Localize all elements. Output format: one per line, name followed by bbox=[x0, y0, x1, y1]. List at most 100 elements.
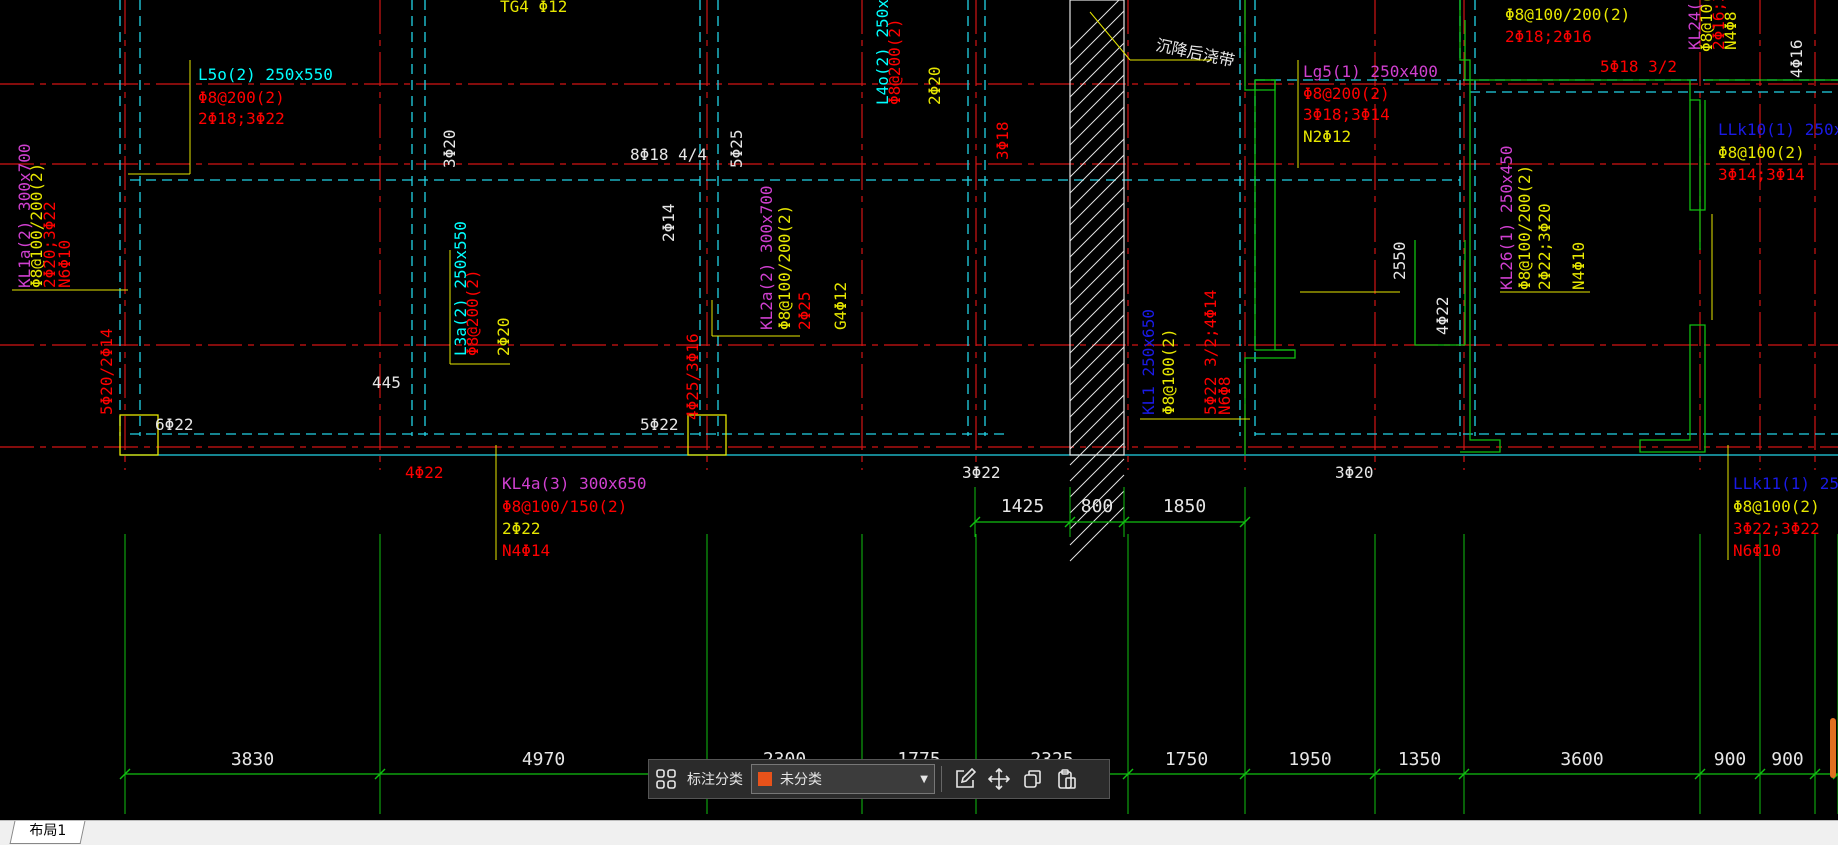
bottom-dimension-label: 1750 bbox=[1165, 749, 1208, 770]
layout-tabbar: 布局1 bbox=[0, 820, 1838, 845]
hatch-line bbox=[1069, 122, 1125, 178]
hatch-line bbox=[1069, 218, 1125, 274]
annotation-text: 5Φ22 bbox=[640, 415, 679, 434]
annotation-text: 2Φ25 bbox=[795, 291, 814, 330]
wall-outline bbox=[1689, 100, 1706, 211]
chevron-down-icon: ▼ bbox=[920, 773, 928, 785]
cad-drawing[interactable]: 3830497023001775232517501950135036009009… bbox=[0, 0, 1838, 820]
wall-outline bbox=[1639, 324, 1706, 453]
hatch-line bbox=[1069, 234, 1125, 290]
annotation-text: 2550 bbox=[1390, 241, 1409, 280]
hatch-line bbox=[1069, 202, 1125, 258]
hatch-line bbox=[1069, 282, 1125, 338]
mid-dimension-label: 800 bbox=[1081, 496, 1114, 517]
annotation-text: 2Φ18;2Φ16 bbox=[1505, 27, 1592, 46]
copy-icon[interactable] bbox=[1016, 762, 1050, 796]
bottom-dimension-label: 900 bbox=[1714, 749, 1747, 770]
tab-layout1[interactable]: 布局1 bbox=[9, 821, 86, 844]
annotation-text: N4Φ14 bbox=[502, 541, 550, 560]
hatch-line bbox=[1069, 0, 1120, 50]
category-value: 未分类 bbox=[780, 772, 822, 788]
annotation-text: 沉降后浇带 bbox=[1154, 35, 1236, 70]
annotation-text: KL4a(3) 300x650 bbox=[502, 474, 647, 493]
annotation-text: Φ8@200(2) bbox=[198, 88, 285, 107]
hatch-line bbox=[1069, 58, 1125, 114]
vertical-scroll-handle[interactable] bbox=[1830, 718, 1836, 778]
annotation-text: 2Φ18;3Φ22 bbox=[198, 109, 285, 128]
toolbar-divider bbox=[941, 766, 942, 792]
hatch-line bbox=[1069, 74, 1125, 130]
annotation-text: G4Φ12 bbox=[831, 282, 850, 330]
annotation-text: Φ8@100/200(2) bbox=[1515, 165, 1534, 290]
drawing-viewport[interactable]: 3830497023001775232517501950135036009009… bbox=[0, 0, 1838, 820]
annotation-text: Lg5(1) 250x400 bbox=[1303, 62, 1438, 81]
hatch-line bbox=[1069, 442, 1125, 498]
annotation-text: Φ8@100(2) bbox=[1159, 328, 1178, 415]
hatch-line bbox=[1069, 90, 1125, 146]
annotation-text: KL2a(2) 300x700 bbox=[757, 186, 776, 331]
wall-outline bbox=[1244, 0, 1296, 455]
annotation-text: 3Φ20 bbox=[440, 129, 459, 168]
annotation-text: Φ8@100(2) bbox=[1733, 497, 1820, 516]
annotation-text: Φ8@100/200(2) bbox=[775, 205, 794, 330]
mid-dimension-label: 1425 bbox=[1001, 496, 1044, 517]
annotation-text: KL1 250x650 bbox=[1139, 309, 1158, 415]
annotation-toolbar: 标注分类 未分类 ▼ bbox=[648, 759, 1110, 799]
hatch-line bbox=[1069, 410, 1125, 466]
hatch-line bbox=[1069, 170, 1125, 226]
annotation-text: KL26(1) 250x450 bbox=[1497, 146, 1516, 291]
hatch-line bbox=[1069, 426, 1125, 482]
annotation-text: Φ8@100/200(2) bbox=[1505, 5, 1630, 24]
annotation-text: 3Φ22;3Φ22 bbox=[1733, 519, 1820, 538]
annotation-text: N6Φ10 bbox=[1733, 541, 1781, 560]
annotation-text: N6Φ10 bbox=[55, 240, 74, 288]
annotation-text: 2Φ20 bbox=[494, 317, 513, 356]
annotation-text: TG4 Φ12 bbox=[500, 0, 567, 16]
annotation-text: 4Φ16 bbox=[1787, 39, 1806, 78]
annotation-text: Φ8@200(2) bbox=[463, 269, 482, 356]
hatch-line bbox=[1069, 330, 1125, 386]
category-color-swatch bbox=[758, 772, 772, 786]
category-dropdown[interactable]: 未分类 ▼ bbox=[751, 764, 935, 794]
annotation-text: 3Φ20 bbox=[1335, 463, 1374, 482]
bottom-dimension-label: 3830 bbox=[231, 749, 274, 770]
annotation-text: Φ8@200(2) bbox=[1303, 84, 1390, 103]
annotation-text: 5Φ25 bbox=[727, 129, 746, 168]
annotation-text: L5o(2) 250x550 bbox=[198, 65, 333, 84]
annotation-text: 5Φ18 3/2 bbox=[1600, 57, 1677, 76]
hatch-line bbox=[1069, 362, 1125, 418]
annotation-text: Φ8@100/150(2) bbox=[502, 497, 627, 516]
annotation-text: N4Φ8 bbox=[1721, 11, 1740, 50]
annotation-text: 3Φ22 bbox=[962, 463, 1001, 482]
annotation-text: 2Φ22;3Φ20 bbox=[1535, 203, 1554, 290]
hatch-line bbox=[1069, 10, 1125, 66]
grid-icon[interactable] bbox=[649, 762, 683, 796]
annotation-text: 2Φ20 bbox=[925, 66, 944, 105]
hatch-line bbox=[1069, 186, 1125, 242]
annotation-text: 3Φ18;3Φ14 bbox=[1303, 105, 1390, 124]
category-label: 标注分类 bbox=[687, 772, 743, 788]
mid-dimension-label: 1850 bbox=[1163, 496, 1206, 517]
bottom-dimension-label: 900 bbox=[1771, 749, 1804, 770]
hatch-line bbox=[1069, 106, 1125, 162]
annotation-text: 6Φ22 bbox=[155, 415, 194, 434]
annotation-text: 5Φ20/2Φ14 bbox=[97, 328, 116, 415]
annotation-text: 445 bbox=[372, 373, 401, 392]
hatch-line bbox=[1069, 138, 1125, 194]
annotation-text: 2Φ14 bbox=[659, 203, 678, 242]
annotation-text: 4Φ22 bbox=[1433, 296, 1452, 335]
hatch-line bbox=[1069, 346, 1125, 402]
annotation-text: 4Φ25/3Φ16 bbox=[683, 333, 702, 420]
annotation-text: 4Φ22 bbox=[405, 463, 444, 482]
paste-icon[interactable] bbox=[1050, 762, 1084, 796]
column-box bbox=[119, 414, 159, 456]
hatch-line bbox=[1069, 314, 1125, 370]
annotation-text: N6Φ8 bbox=[1215, 376, 1234, 415]
annotation-text: Φ8@100(2) bbox=[1718, 143, 1805, 162]
hatch-line bbox=[1069, 154, 1125, 210]
move-icon[interactable] bbox=[982, 762, 1016, 796]
hatch-line bbox=[1069, 394, 1125, 450]
annotation-text: Φ8@200(2) bbox=[885, 18, 904, 105]
annotation-text: 3Φ14;3Φ14 bbox=[1718, 165, 1805, 184]
edit-icon[interactable] bbox=[948, 762, 982, 796]
